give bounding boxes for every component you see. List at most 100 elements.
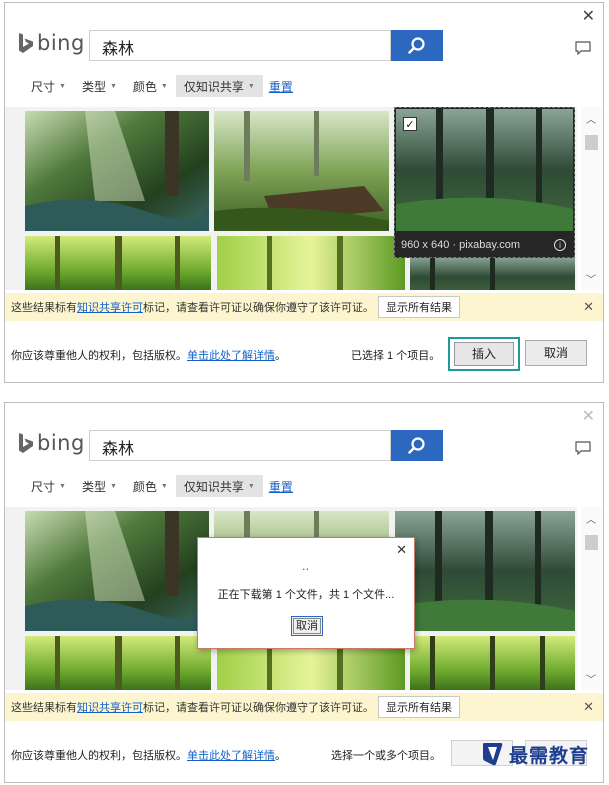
learn-more-link[interactable]: 单击此处了解详情 <box>187 350 275 362</box>
progress-dots: ‥ <box>301 561 311 573</box>
insert-button-label: 插入 <box>454 342 514 366</box>
filter-size[interactable]: 尺寸 ▼ <box>23 75 74 97</box>
download-message: 正在下载第 1 个文件，共 1 个文件... <box>217 589 395 601</box>
bing-b-icon <box>19 33 33 53</box>
image-result[interactable] <box>410 257 575 290</box>
bing-logo-text: bing <box>37 431 85 455</box>
filter-license[interactable]: 仅知识共享 ▼ <box>175 75 263 97</box>
filter-type[interactable]: 类型 ▼ <box>74 75 125 97</box>
image-search-dialog: ✕ bing 森林 尺寸 ▼ 类型 ▼ 颜色 ▼ 仅知识共享 ▼ 重置 ✓ 96… <box>4 2 604 383</box>
image-result[interactable] <box>25 111 209 231</box>
close-icon[interactable]: ✕ <box>583 299 594 315</box>
image-result[interactable] <box>395 511 575 631</box>
image-result-selected[interactable]: ✓ 960 x 640 · pixabay.com i <box>394 107 575 258</box>
license-link[interactable]: 知识共享许可 <box>77 299 143 315</box>
bing-logo: bing <box>18 31 85 55</box>
selection-status: 已选择 1 个项目。 <box>351 350 441 362</box>
search-input[interactable]: 森林 <box>89 430 391 461</box>
image-result[interactable] <box>25 236 211 290</box>
insert-button[interactable]: 插入 <box>448 337 520 371</box>
scrollbar[interactable]: ︿ ﹀ <box>581 107 602 290</box>
reset-link[interactable]: 重置 <box>269 478 293 495</box>
feedback-icon[interactable] <box>575 41 591 58</box>
show-all-results-button[interactable]: 显示所有结果 <box>378 296 460 318</box>
show-all-results-button[interactable]: 显示所有结果 <box>378 696 460 718</box>
info-icon[interactable]: i <box>554 239 566 251</box>
image-search-dialog-downloading: ✕ bing 森林 尺寸 ▼ 类型 ▼ 颜色 ▼ 仅知识共享 ▼ 重置 ︿ ﹀ … <box>4 402 604 783</box>
feedback-icon[interactable] <box>575 441 591 458</box>
scroll-up-icon[interactable]: ︿ <box>586 511 596 526</box>
scroll-down-icon[interactable]: ﹀ <box>586 671 596 686</box>
filter-size[interactable]: 尺寸 ▼ <box>23 475 74 497</box>
filter-bar: 尺寸 ▼ 类型 ▼ 颜色 ▼ 仅知识共享 ▼ 重置 <box>23 475 293 497</box>
rights-end: 。 <box>275 350 286 362</box>
watermark-emblem-icon <box>483 743 503 766</box>
watermark-logo: 最需教育 <box>481 738 601 770</box>
rights-text: 你应该尊重他人的权利，包括版权。单击此处了解详情。 <box>11 347 286 363</box>
scroll-thumb[interactable] <box>585 535 598 550</box>
image-meta: 960 x 640 · pixabay.com <box>401 239 521 251</box>
search-button[interactable] <box>391 430 443 461</box>
license-link[interactable]: 知识共享许可 <box>77 699 143 715</box>
scroll-up-icon[interactable]: ︿ <box>586 111 596 126</box>
image-result[interactable] <box>25 636 211 690</box>
download-progress-dialog: ✕ ‥ 正在下载第 1 个文件，共 1 个文件... 取消 <box>197 537 415 649</box>
selection-status: 选择一个或多个项目。 <box>331 750 441 762</box>
close-icon[interactable]: ✕ <box>583 699 594 715</box>
cancel-button[interactable]: 取消 <box>525 340 587 366</box>
reset-link[interactable]: 重置 <box>269 78 293 95</box>
search-icon <box>408 36 425 54</box>
filter-label: 尺寸 <box>31 479 56 494</box>
chevron-down-icon: ▼ <box>160 482 168 490</box>
filter-label: 类型 <box>81 479 106 494</box>
notice-text: 这些结果标有 <box>11 302 77 314</box>
scroll-down-icon[interactable]: ﹀ <box>586 271 596 286</box>
image-result[interactable] <box>217 236 405 290</box>
filter-bar: 尺寸 ▼ 类型 ▼ 颜色 ▼ 仅知识共享 ▼ 重置 <box>23 75 293 97</box>
bing-logo: bing <box>18 431 85 455</box>
rights-label: 你应该尊重他人的权利，包括版权。 <box>11 750 187 762</box>
bing-logo-text: bing <box>37 31 85 55</box>
rights-end: 。 <box>275 750 286 762</box>
image-result[interactable] <box>410 636 575 690</box>
filter-license[interactable]: 仅知识共享 ▼ <box>175 475 263 497</box>
learn-more-link[interactable]: 单击此处了解详情 <box>187 750 275 762</box>
chevron-down-icon: ▼ <box>109 482 117 490</box>
bing-b-icon <box>19 433 33 453</box>
search-button[interactable] <box>391 30 443 61</box>
scrollbar[interactable]: ︿ ﹀ <box>581 507 602 690</box>
notice-text: 标记，请查看许可证以确保你遵守了该许可证。 <box>143 302 374 314</box>
image-result[interactable] <box>214 111 389 231</box>
notice-text: 这些结果标有 <box>11 702 77 714</box>
filter-color[interactable]: 颜色 ▼ <box>125 475 176 497</box>
chevron-down-icon: ▼ <box>59 482 66 490</box>
notice-text: 标记，请查看许可证以确保你遵守了该许可证。 <box>143 702 374 714</box>
search-icon <box>408 436 425 454</box>
license-notice: 这些结果标有 知识共享许可 标记，请查看许可证以确保你遵守了该许可证。 显示所有结果… <box>5 693 603 721</box>
filter-color[interactable]: 颜色 ▼ <box>125 75 176 97</box>
filter-label: 尺寸 <box>31 79 56 94</box>
scroll-thumb[interactable] <box>585 135 598 150</box>
image-result[interactable] <box>25 511 209 631</box>
dialog-footer: 你应该尊重他人的权利，包括版权。单击此处了解详情。 已选择 1 个项目。 插入 … <box>5 332 603 376</box>
chevron-down-icon: ▼ <box>109 82 117 90</box>
filter-type[interactable]: 类型 ▼ <box>74 475 125 497</box>
filter-label: 颜色 <box>132 479 157 494</box>
close-icon[interactable]: ✕ <box>396 542 407 558</box>
watermark-text: 最需教育 <box>509 744 590 767</box>
chevron-down-icon: ▼ <box>247 482 255 490</box>
license-notice: 这些结果标有 知识共享许可 标记，请查看许可证以确保你遵守了该许可证。 显示所有结果… <box>5 293 603 321</box>
select-checkbox[interactable]: ✓ <box>403 117 417 131</box>
filter-label: 类型 <box>81 79 106 94</box>
search-input[interactable]: 森林 <box>89 30 391 61</box>
filter-label: 颜色 <box>132 79 157 94</box>
image-preview <box>396 109 573 231</box>
filter-label: 仅知识共享 <box>183 479 244 494</box>
download-cancel-button[interactable]: 取消 <box>291 616 323 636</box>
chevron-down-icon: ▼ <box>247 82 255 90</box>
close-icon[interactable]: ✕ <box>582 409 595 425</box>
rights-text: 你应该尊重他人的权利，包括版权。单击此处了解详情。 <box>11 747 286 763</box>
chevron-down-icon: ▼ <box>160 82 168 90</box>
chevron-down-icon: ▼ <box>59 82 66 90</box>
close-icon[interactable]: ✕ <box>582 9 595 25</box>
